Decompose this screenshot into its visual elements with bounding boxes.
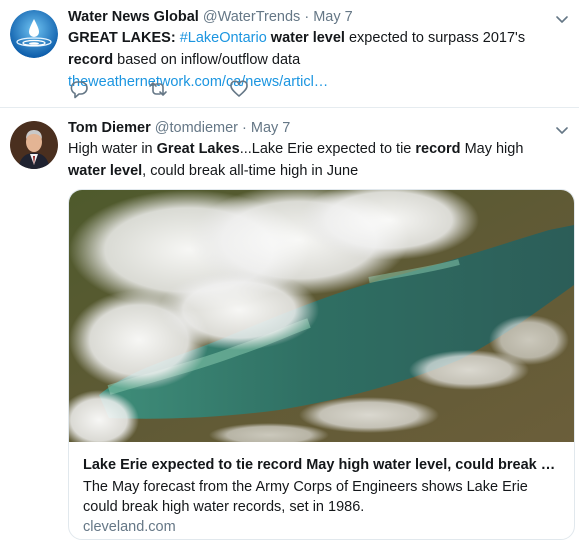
satellite-image-lake-erie <box>69 190 574 442</box>
tweet[interactable]: Water News Global @WaterTrends · May 7 G… <box>0 0 579 108</box>
text-segment: record <box>68 52 114 68</box>
link-card[interactable]: Lake Erie expected to tie record May hig… <box>68 189 575 540</box>
like-icon[interactable] <box>228 78 250 100</box>
display-name[interactable]: Water News Global <box>68 9 199 25</box>
hashtag-link[interactable]: #LakeOntario <box>180 30 267 46</box>
retweet-icon[interactable] <box>147 78 169 100</box>
separator: · <box>242 120 247 136</box>
tweet-date[interactable]: May 7 <box>313 9 353 25</box>
text-segment: based on inflow/outflow data <box>113 52 301 68</box>
user-handle[interactable]: @WaterTrends <box>203 9 300 25</box>
profile-photo <box>10 121 58 169</box>
tweet-header: Tom Diemer @tomdiemer · May 7 <box>68 118 290 138</box>
separator: · <box>304 9 310 25</box>
reply-icon[interactable] <box>68 78 90 100</box>
text-segment: Great Lakes <box>156 141 240 157</box>
avatar[interactable] <box>10 121 58 169</box>
text-segment: expected to surpass 2017's <box>344 30 526 46</box>
card-description: The May forecast from the Army Corps of … <box>83 479 528 515</box>
tweet[interactable]: Tom Diemer @tomdiemer · May 7 High water… <box>0 108 579 540</box>
text-segment: GREAT LAKES: <box>68 30 180 46</box>
text-segment: ...Lake Erie expected to tie <box>239 141 416 157</box>
chevron-down-icon[interactable] <box>555 12 569 26</box>
user-handle[interactable]: @tomdiemer <box>155 120 238 136</box>
tweet-text: GREAT LAKES: #LakeOntario water level ex… <box>68 27 558 93</box>
text-segment: water level <box>68 163 143 179</box>
chevron-down-icon[interactable] <box>555 123 569 137</box>
text-segment: May high <box>460 141 524 157</box>
text-segment: , could break all-time high in June <box>142 163 359 179</box>
url-link[interactable]: theweathernetwork.com/ca/news/articl… <box>68 74 328 90</box>
display-name[interactable]: Tom Diemer <box>68 120 151 136</box>
text-segment: water level <box>270 30 345 46</box>
text-segment: record <box>415 141 461 157</box>
card-domain[interactable]: cleveland.com <box>83 517 176 537</box>
card-title[interactable]: Lake Erie expected to tie record May hig… <box>83 455 561 475</box>
tweet-date[interactable]: May 7 <box>251 120 291 136</box>
text-segment: High water in <box>68 141 157 157</box>
avatar[interactable] <box>10 10 58 58</box>
water-drop-icon <box>10 10 58 58</box>
tweet-text: High water in Great Lakes...Lake Erie ex… <box>68 138 558 182</box>
tweet-header: Water News Global @WaterTrends · May 7 <box>68 7 353 27</box>
